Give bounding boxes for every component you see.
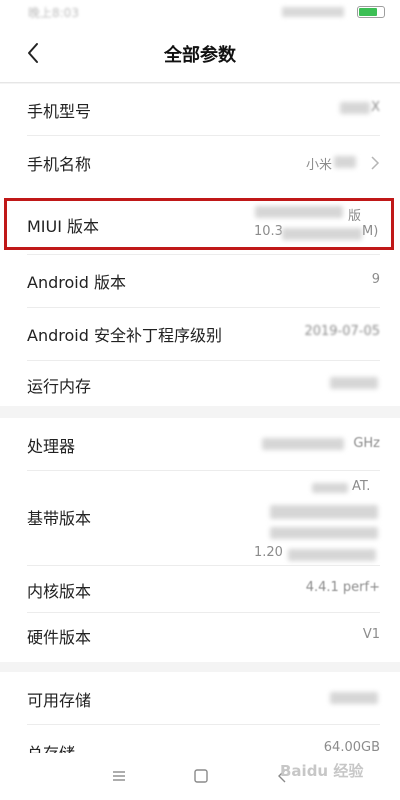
top-bar: 全部参数 [0,24,400,83]
redacted-value [340,102,370,114]
redacted-value [270,527,378,539]
status-time: 晚上8:03 [28,6,79,20]
redacted-value [334,156,356,168]
menu-icon[interactable] [110,767,128,785]
row-value: 9 [371,272,380,287]
row-label: Android 安全补丁程序级别 [27,326,222,345]
list-item[interactable]: 可用存储 [0,672,400,724]
battery-level [359,8,377,16]
status-bar: 晚上8:03 [0,0,400,24]
list-item[interactable]: 处理器 GHz [0,418,400,470]
row-value: GHz [353,436,380,451]
section-hardware-info: 处理器 GHz 基带版本 AT. 1.20 内核版本 4.4.1 perf+ 硬… [0,418,400,662]
redacted-value [312,483,348,493]
list-item[interactable]: 手机型号 X [0,84,400,134]
redacted-value [330,377,378,389]
row-value: X [371,100,380,115]
watermark: Baidu 经验 [280,762,364,780]
list-item[interactable]: 基带版本 AT. 1.20 [0,471,400,565]
highlight-box [4,198,394,250]
list-item[interactable]: 总存储 64.00GB [0,725,400,753]
row-label: 基带版本 [27,509,92,528]
redacted-value [288,549,376,561]
row-label: 总存储 [27,740,75,753]
list-item[interactable]: 运行内存 [0,361,400,406]
page-title: 全部参数 [164,45,236,66]
row-label: 手机型号 [27,102,92,121]
home-icon[interactable] [192,767,210,785]
status-icons [282,7,344,17]
section-storage-info: 可用存储 总存储 64.00GB [0,672,400,753]
row-label: 内核版本 [27,582,92,601]
row-label: 手机名称 [27,155,92,174]
row-value-line3: 1.20 [254,545,283,560]
chevron-right-icon [371,156,380,170]
row-value-line1: AT. [352,479,371,494]
redacted-value [270,505,378,519]
row-label: 可用存储 [27,691,92,710]
row-label: 运行内存 [27,377,92,396]
row-label: 硬件版本 [27,628,92,647]
row-value: 4.4.1 perf+ [305,580,380,595]
row-label: 处理器 [27,437,76,456]
row-value: V1 [362,627,380,642]
list-item[interactable]: 硬件版本 V1 [0,613,400,662]
row-value: 64.00GB [323,740,380,753]
row-value: 2019-07-05 [304,324,380,339]
list-item[interactable]: 内核版本 4.4.1 perf+ [0,566,400,612]
row-label: Android 版本 [27,273,126,292]
list-item[interactable]: Android 版本 9 [0,255,400,307]
redacted-value [330,692,378,704]
battery-icon [357,6,385,18]
row-value: 小米 [306,158,333,173]
list-item[interactable]: Android 安全补丁程序级别 2019-07-05 [0,308,400,360]
redacted-value [262,438,344,450]
list-item[interactable]: 手机名称 小米 [0,136,400,188]
navigation-bar: Baidu 经验 [0,753,400,800]
